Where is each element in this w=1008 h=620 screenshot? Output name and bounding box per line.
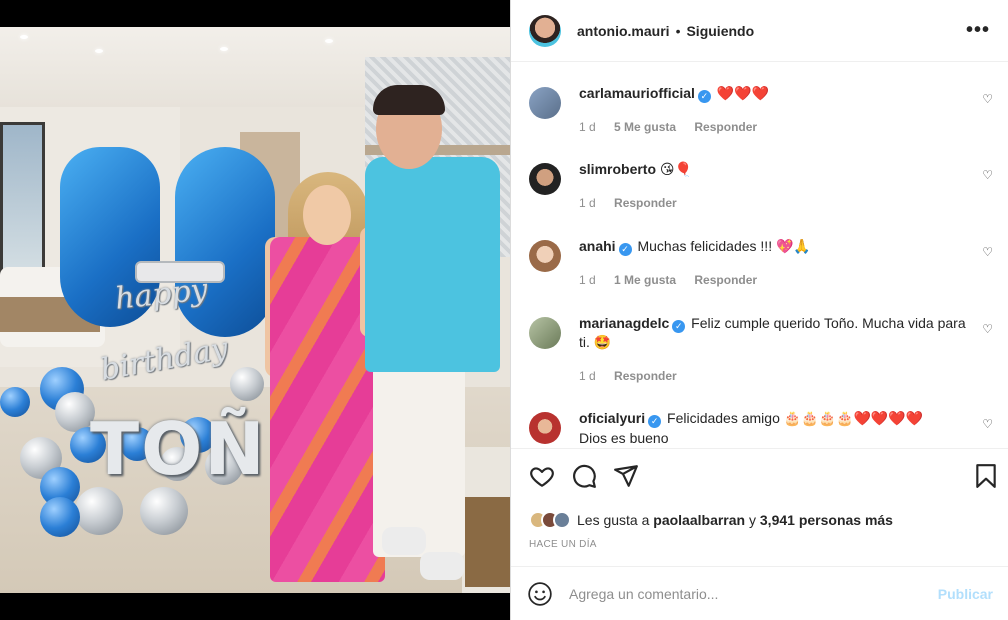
comment-emoji: ❤️❤️❤️ [716,86,770,102]
comment-emoji: 🤩 [593,335,612,351]
comment-input[interactable] [569,585,928,602]
post-timestamp[interactable]: HACE UN DÍA [529,539,597,550]
comment-emoji: 😘🎈 [659,162,692,178]
man-shirt [365,157,500,372]
more-options-button[interactable]: ••• [966,19,990,42]
comment-time[interactable]: 1 d [579,196,596,210]
likes-text: Les gusta a paolaalbarran y 3,941 person… [577,512,893,528]
ceiling-light [220,47,228,51]
comment-likes[interactable]: 5 Me gusta [614,120,676,134]
comment-emoji: 💖🙏 [775,239,811,255]
liker-username[interactable]: paolaalbarran [653,512,745,528]
publish-button[interactable]: Publicar [938,586,993,602]
comment-icon[interactable] [571,463,597,489]
photo-crate [465,497,510,587]
post-photo[interactable]: happy birthday TOÑ [0,27,510,593]
comment-like-heart-icon[interactable]: ♡ [982,245,993,259]
heart-icon[interactable] [529,463,555,489]
reply-button[interactable]: Responder [614,369,677,383]
comment-item: slimroberto 😘🎈 1 d Responder ♡ [529,160,999,213]
verified-badge-icon: ✓ [618,243,632,256]
author-avatar[interactable] [529,14,561,47]
comment-username[interactable]: carlamauriofficial [579,85,695,101]
post-header: antonio.mauri • Siguiendo ••• [511,0,1008,62]
comment-item: oficialyuri ✓ Felicidades amigo 🎂🎂🎂🎂❤️❤️❤… [529,409,999,448]
ceiling-light [325,39,333,43]
smiley-icon[interactable] [527,581,553,607]
likes-middle: y [745,512,760,528]
comment-avatar[interactable] [529,87,561,119]
comment-avatar[interactable] [529,240,561,272]
comment-avatar[interactable] [529,163,561,195]
post-actions: Les gusta a paolaalbarran y 3,941 person… [511,448,1008,566]
comment-username[interactable]: oficialyuri [579,410,645,426]
comment-like-heart-icon[interactable]: ♡ [982,92,993,106]
verified-badge-icon: ✓ [672,320,686,333]
woman-face [303,185,351,245]
photo-window [0,122,45,282]
likes-count[interactable]: 3,941 personas más [760,512,893,528]
add-comment-bar: Publicar [511,566,1008,620]
comment-avatar[interactable] [529,412,561,444]
reply-button[interactable]: Responder [694,273,757,287]
comment-username[interactable]: marianagdelc [579,315,669,331]
likes-summary: Les gusta a paolaalbarran y 3,941 person… [529,511,893,529]
author-username[interactable]: antonio.mauri [577,23,670,39]
comment-text-line2: Dios es bueno [579,430,669,446]
balloon [0,387,30,417]
post-side-panel: antonio.mauri • Siguiendo ••• carlamauri… [510,0,1008,620]
comment-like-heart-icon[interactable]: ♡ [982,322,993,336]
more-horizontal-icon: ••• [965,19,990,41]
comment-username[interactable]: slimroberto [579,161,656,177]
reply-button[interactable]: Responder [694,120,757,134]
reply-button[interactable]: Responder [614,196,677,210]
balloon [55,392,95,432]
comment-item: marianagdelc ✓ Feliz cumple querido Toño.… [529,314,999,386]
bookmark-icon[interactable] [973,463,999,489]
man-shoe [382,527,426,555]
comment-time[interactable]: 1 d [579,120,596,134]
comment-like-heart-icon[interactable]: ♡ [982,168,993,182]
ceiling-light [20,35,28,39]
liker-avatar[interactable] [553,511,571,529]
ceiling-light [95,49,103,53]
comment-text: Felicidades amigo [667,410,784,426]
balloon-text-name: TOÑ [90,407,267,491]
comment-text: Muchas felicidades !!! [637,238,776,254]
comment-emoji: 🎂🎂🎂🎂❤️❤️❤️❤️ [783,411,924,427]
balloon [140,487,188,535]
verified-badge-icon: ✓ [648,415,662,428]
comment-avatar[interactable] [529,317,561,349]
likes-prefix: Les gusta a [577,512,654,528]
man-shoe [420,552,464,580]
comment-item: carlamauriofficial ✓ ❤️❤️❤️ 1 d 5 Me gust… [529,84,999,137]
header-separator: • [675,22,681,39]
action-icons [529,463,999,491]
comment-username[interactable]: anahi [579,238,616,254]
comment-item: anahi ✓ Muchas felicidades !!! 💖🙏 1 d 1 M… [529,237,999,290]
following-button[interactable]: Siguiendo [686,23,754,39]
comment-like-heart-icon[interactable]: ♡ [982,417,993,431]
comment-likes[interactable]: 1 Me gusta [614,273,676,287]
comments-list[interactable]: carlamauriofficial ✓ ❤️❤️❤️ 1 d 5 Me gust… [511,62,1008,448]
post-photo-area: happy birthday TOÑ [0,0,510,620]
man-hair [373,85,445,115]
comment-time[interactable]: 1 d [579,369,596,383]
comment-time[interactable]: 1 d [579,273,596,287]
paper-plane-icon[interactable] [613,463,639,489]
verified-badge-icon: ✓ [697,90,711,103]
balloon [40,497,80,537]
balloon [75,487,123,535]
balloon [230,367,264,401]
